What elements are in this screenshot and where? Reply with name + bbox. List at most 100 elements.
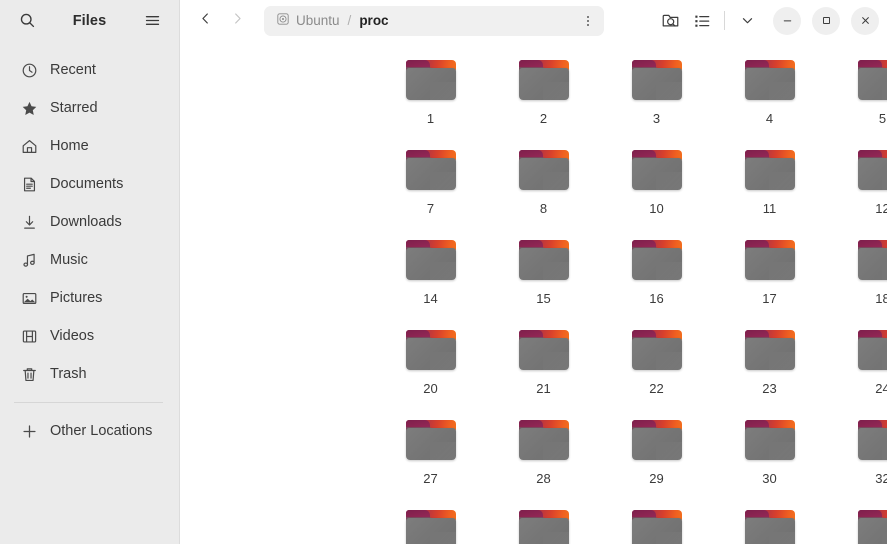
folder-item-label: 10: [649, 201, 664, 216]
folder-item[interactable]: [713, 499, 826, 544]
ubuntu-folder-icon: [631, 415, 683, 461]
sidebar-item-recent[interactable]: Recent: [6, 51, 173, 89]
file-manager-window: Files Recent Starred Home Documents Down…: [0, 0, 887, 544]
kebab-menu-icon[interactable]: [576, 9, 600, 33]
sidebar-list: Recent Starred Home Documents Downloads …: [0, 41, 179, 544]
folder-item-label: 3: [652, 111, 661, 126]
folder-item[interactable]: 5: [826, 49, 887, 139]
ubuntu-folder-icon: [744, 415, 796, 461]
folder-item[interactable]: 4: [713, 49, 826, 139]
ubuntu-folder-icon: [631, 235, 683, 281]
sidebar-item-music[interactable]: Music: [6, 241, 173, 279]
folder-item[interactable]: 8: [487, 139, 600, 229]
folder-item[interactable]: 30: [713, 409, 826, 499]
folder-item[interactable]: 27: [374, 409, 487, 499]
disc-icon: [276, 12, 290, 29]
ubuntu-folder-icon: [518, 325, 570, 371]
folder-item[interactable]: 29: [600, 409, 713, 499]
folder-item[interactable]: 1: [374, 49, 487, 139]
sidebar-item-label: Recent: [50, 62, 96, 78]
search-icon[interactable]: [14, 8, 40, 34]
folder-item[interactable]: 15: [487, 229, 600, 319]
home-icon: [20, 137, 38, 155]
folder-search-icon[interactable]: [655, 6, 685, 36]
folder-item[interactable]: 14: [374, 229, 487, 319]
folder-item-label: 24: [875, 381, 887, 396]
folder-item-label: 20: [423, 381, 438, 396]
folder-item[interactable]: 2: [487, 49, 600, 139]
picture-icon: [20, 289, 38, 307]
folder-item[interactable]: 21: [487, 319, 600, 409]
ubuntu-folder-icon: [405, 55, 457, 101]
ubuntu-folder-icon: [744, 325, 796, 371]
folder-item[interactable]: 18: [826, 229, 887, 319]
folder-item[interactable]: 12: [826, 139, 887, 229]
video-icon: [20, 327, 38, 345]
folder-item[interactable]: 23: [713, 319, 826, 409]
download-icon: [20, 213, 38, 231]
folder-item[interactable]: 28: [487, 409, 600, 499]
folder-item[interactable]: 7: [374, 139, 487, 229]
ubuntu-folder-icon: [631, 145, 683, 191]
sidebar-item-starred[interactable]: Starred: [6, 89, 173, 127]
ubuntu-folder-icon: [744, 55, 796, 101]
file-browser-content[interactable]: 1234567810111213141516171819202122232426…: [180, 41, 887, 544]
breadcrumb-root-label: Ubuntu: [296, 13, 340, 28]
folder-item[interactable]: 24: [826, 319, 887, 409]
breadcrumb-current-label: proc: [359, 13, 389, 28]
forward-button[interactable]: [222, 6, 252, 36]
path-breadcrumb-bar[interactable]: Ubuntu / proc: [264, 5, 604, 36]
folder-item[interactable]: [374, 499, 487, 544]
sidebar-item-documents[interactable]: Documents: [6, 165, 173, 203]
folder-item[interactable]: [826, 499, 887, 544]
folder-item[interactable]: [600, 499, 713, 544]
folder-item[interactable]: 11: [713, 139, 826, 229]
ubuntu-folder-icon: [405, 415, 457, 461]
toolbar: Ubuntu / proc: [180, 0, 887, 41]
folder-item[interactable]: 3: [600, 49, 713, 139]
hamburger-menu-icon[interactable]: [139, 8, 165, 34]
sidebar-item-videos[interactable]: Videos: [6, 317, 173, 355]
folder-item-label: 18: [875, 291, 887, 306]
folder-item-label: 12: [875, 201, 887, 216]
list-view-icon[interactable]: [687, 6, 717, 36]
folder-item-label: 4: [765, 111, 774, 126]
ubuntu-folder-icon: [518, 415, 570, 461]
chevron-right-icon: [230, 11, 245, 31]
ubuntu-folder-icon: [405, 145, 457, 191]
folder-item[interactable]: 32: [826, 409, 887, 499]
ubuntu-folder-icon: [518, 505, 570, 544]
sidebar-item-downloads[interactable]: Downloads: [6, 203, 173, 241]
ubuntu-folder-icon: [857, 235, 887, 281]
folder-item[interactable]: 17: [713, 229, 826, 319]
minimize-button[interactable]: [773, 6, 801, 35]
folder-item[interactable]: 16: [600, 229, 713, 319]
folder-item-label: 16: [649, 291, 664, 306]
folder-item[interactable]: 22: [600, 319, 713, 409]
trash-icon: [20, 365, 38, 383]
close-button[interactable]: [851, 6, 879, 35]
folder-item-label: 32: [875, 471, 887, 486]
folder-item[interactable]: [487, 499, 600, 544]
star-icon: [20, 99, 38, 117]
folder-item-label: 27: [423, 471, 438, 486]
sidebar-item-trash[interactable]: Trash: [6, 355, 173, 393]
sidebar-item-pictures[interactable]: Pictures: [6, 279, 173, 317]
ubuntu-folder-icon: [405, 235, 457, 281]
maximize-button[interactable]: [812, 6, 840, 35]
folder-grid: 1234567810111213141516171819202122232426…: [180, 49, 887, 544]
sidebar-item-home[interactable]: Home: [6, 127, 173, 165]
clock-icon: [20, 61, 38, 79]
folder-item-label: 11: [762, 201, 777, 216]
back-button[interactable]: [190, 6, 220, 36]
folder-item-label: 5: [878, 111, 887, 126]
sidebar-header: Files: [0, 0, 179, 41]
folder-item-label: 23: [762, 381, 777, 396]
folder-item[interactable]: 20: [374, 319, 487, 409]
breadcrumb-current[interactable]: proc: [356, 13, 391, 28]
chevron-down-icon[interactable]: [732, 6, 762, 36]
sidebar-item-other-locations[interactable]: Other Locations: [6, 412, 173, 450]
folder-item[interactable]: 10: [600, 139, 713, 229]
breadcrumb-root[interactable]: Ubuntu: [273, 12, 343, 29]
sidebar-item-label: Trash: [50, 366, 87, 382]
